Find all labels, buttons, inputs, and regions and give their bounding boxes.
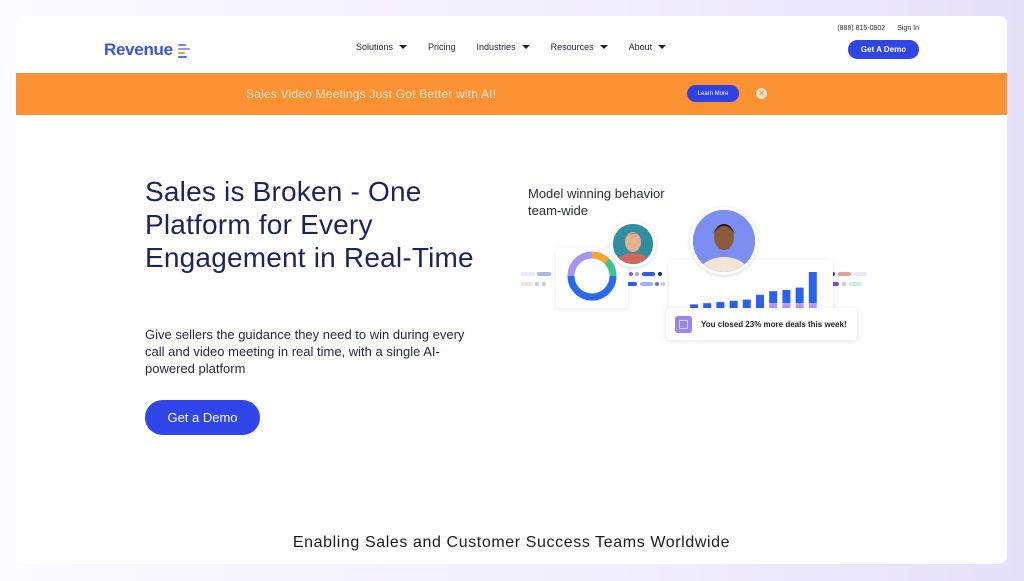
banner-text: Sales Video Meetings Just Got Better wit…: [246, 87, 497, 101]
nav-solutions[interactable]: Solutions: [356, 42, 408, 52]
hero-subtitle: Give sellers the guidance they need to w…: [145, 327, 465, 376]
main-nav: Solutions Pricing Industries Resources A…: [356, 42, 687, 52]
bar: [769, 291, 778, 304]
bar: [756, 294, 764, 308]
logo[interactable]: Revenue: [104, 40, 192, 60]
illustration-caption: Model winning behavior team-wide: [528, 186, 665, 218]
nav-label: Industries: [476, 42, 516, 52]
donut-segment-orange: [591, 251, 610, 264]
bar-chart: [690, 272, 817, 308]
logo-text: Revenue: [104, 40, 173, 59]
nav-about[interactable]: About: [629, 42, 667, 52]
chevron-down-icon: [399, 45, 408, 49]
trophy-icon: [675, 315, 692, 333]
chevron-down-icon: [521, 45, 530, 49]
bar: [729, 300, 738, 308]
close-icon[interactable]: ×: [756, 88, 767, 99]
chevron-down-icon: [599, 45, 608, 49]
chevron-down-icon: [658, 45, 667, 49]
nav-label: Pricing: [428, 42, 456, 52]
nav-label: Solutions: [356, 42, 394, 52]
get-a-demo-hero-button[interactable]: Get a Demo: [145, 400, 260, 435]
nav-label: Resources: [550, 42, 594, 52]
bar-chart-panel: [669, 260, 833, 312]
person-icon: [613, 224, 653, 264]
bar: [795, 287, 804, 304]
learn-more-button[interactable]: Learn More: [687, 85, 739, 102]
utility-links: (888) 815-0802 Sign In: [837, 25, 919, 32]
nav-industries[interactable]: Industries: [477, 42, 530, 52]
donut-segment-green: [604, 258, 617, 277]
announcement-banner: Sales Video Meetings Just Got Better wit…: [16, 73, 1007, 115]
nav-resources[interactable]: Resources: [551, 42, 608, 52]
page-card: Revenue Solutions Pricing Industries Res…: [16, 16, 1007, 564]
person-icon: [693, 210, 755, 272]
toast-text: You closed 23% more deals this week!: [701, 319, 847, 329]
avatar-man: [610, 221, 656, 267]
footer-tagline: Enabling Sales and Customer Success Team…: [292, 534, 731, 551]
phone-link[interactable]: (888) 815-0802: [837, 25, 885, 32]
bar: [782, 290, 791, 304]
get-a-demo-header-button[interactable]: Get A Demo: [848, 40, 919, 59]
hero-title: Sales is Broken - One Platform for Every…: [145, 176, 474, 273]
avatar-woman: [690, 207, 758, 275]
logo-mark-icon: [177, 43, 192, 58]
donut-segment-lavender: [567, 251, 593, 277]
nav-pricing[interactable]: Pricing: [428, 42, 456, 52]
donut-segment-blue: [567, 275, 617, 301]
bar: [742, 299, 751, 308]
nav-label: About: [628, 42, 653, 52]
bar: [808, 272, 817, 304]
sign-in-link[interactable]: Sign In: [897, 25, 919, 32]
deals-toast: You closed 23% more deals this week!: [666, 308, 857, 340]
